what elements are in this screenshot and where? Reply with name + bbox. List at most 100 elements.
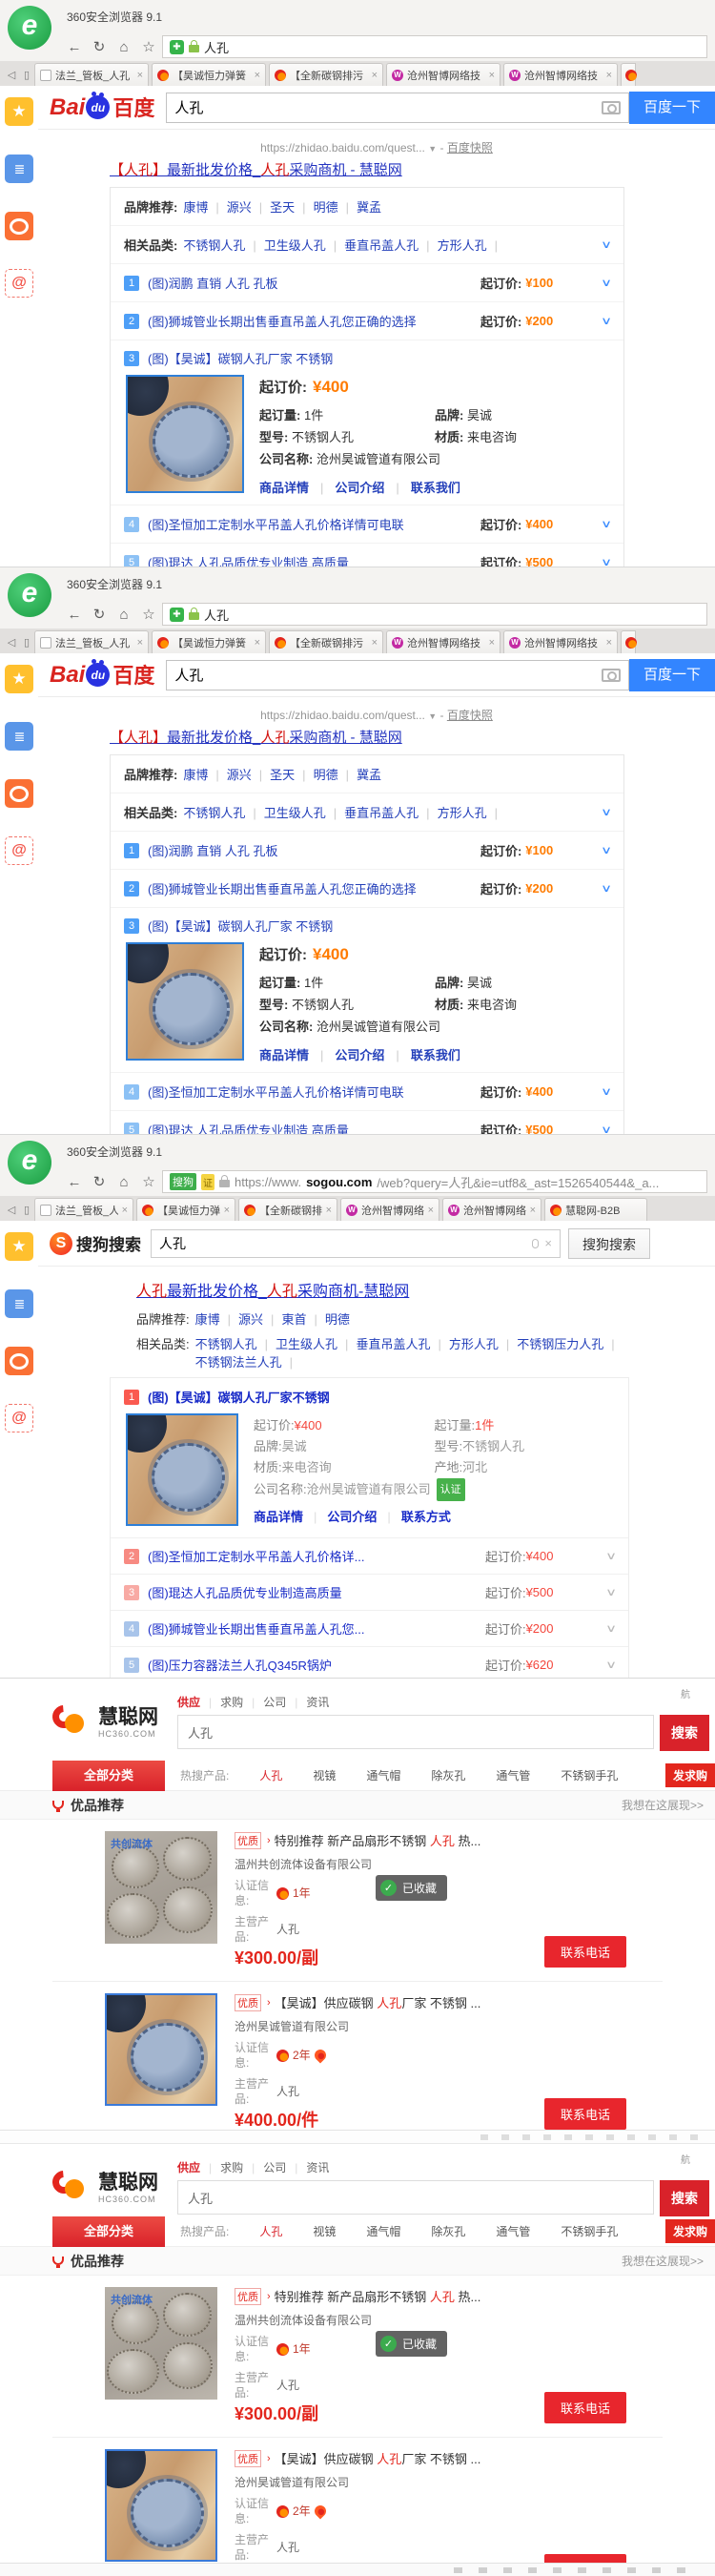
brand-link[interactable]: 明德	[314, 765, 357, 783]
category-link[interactable]: 不锈钢人孔	[195, 1334, 276, 1352]
brand-link[interactable]: 康博	[195, 1309, 238, 1328]
expand-chevron-icon[interactable]: ∨	[605, 1586, 617, 1598]
expand-chevron-icon[interactable]: ∨	[605, 1550, 617, 1562]
product-title-link[interactable]: (图)狮城管业长期出售垂直吊盖人孔您正确的选择	[148, 312, 480, 330]
search-box[interactable]: ×	[151, 1229, 561, 1258]
feeds-panel-icon[interactable]: ≣	[5, 155, 33, 183]
product-detail-link[interactable]: 商品详情	[259, 478, 335, 496]
close-tab-icon[interactable]: ×	[122, 1205, 128, 1216]
browser-tab[interactable]: W 沧州智博网络 ×	[340, 1198, 439, 1221]
all-categories-button[interactable]: 全部分类	[52, 1761, 165, 1791]
hot-product-link[interactable]: 通气管	[496, 1767, 530, 1783]
home-icon[interactable]: ⌂	[112, 607, 135, 623]
weibo-icon[interactable]	[5, 779, 33, 808]
browser-tab[interactable]: 【全新碳钢排污 ×	[269, 630, 383, 653]
category-link[interactable]: 卫生级人孔	[264, 236, 344, 254]
browser-tab-partial[interactable]	[621, 63, 636, 86]
product-image-manhole[interactable]	[105, 2449, 217, 2562]
close-tab-icon[interactable]: ×	[606, 70, 612, 81]
brand-link[interactable]: 圣天	[270, 765, 313, 783]
category-link[interactable]: 卫生级人孔	[276, 1334, 356, 1352]
category-link[interactable]: 不锈钢压力人孔	[517, 1334, 622, 1352]
hot-product-link[interactable]: 不锈钢手孔	[561, 2223, 618, 2239]
listing-title-link[interactable]: 【昊诚】供应碳钢 人孔厂家 不锈钢 ...	[275, 1993, 481, 2011]
product-title-link[interactable]: (图)狮城管业长期出售垂直吊盖人孔您正确的选择	[148, 879, 480, 897]
tab-scroll-left-icon[interactable]: ◁	[4, 69, 19, 86]
expand-chevron-icon[interactable]: ∨	[601, 1123, 612, 1135]
browser-tab-partial[interactable]	[621, 630, 636, 653]
product-title-link[interactable]: (图)【昊诚】碳钢人孔厂家 不锈钢	[148, 349, 610, 367]
brand-link[interactable]: 冀孟	[357, 765, 381, 783]
close-tab-icon[interactable]: ×	[372, 637, 378, 649]
promote-here-link[interactable]: 我想在这展现>>	[622, 1797, 704, 1813]
browser-tab[interactable]: 【昊诚恒力弹簧 ×	[152, 63, 266, 86]
category-link[interactable]: 方形人孔	[438, 236, 505, 254]
browser-tab[interactable]: W 沧州智博网络 ×	[442, 1198, 541, 1221]
back-icon[interactable]: ←	[63, 1174, 86, 1190]
address-bar[interactable]: 搜狗 证 https://www.sogou.com/web?query=人孔&…	[162, 1170, 707, 1193]
product-detail-link[interactable]: 商品详情	[254, 1507, 327, 1528]
hot-product-link[interactable]: 人孔	[259, 1767, 282, 1783]
company-name-link[interactable]: 温州共创流体设备有限公司	[235, 1856, 663, 1872]
category-link[interactable]: 卫生级人孔	[264, 803, 344, 821]
refresh-icon[interactable]: ↻	[88, 38, 111, 55]
result-url[interactable]: https://zhidao.baidu.com/quest...	[260, 709, 425, 722]
brand-link[interactable]: 源兴	[238, 1309, 281, 1328]
listing-title-link[interactable]: 特别推荐 新产品扇形不锈钢 人孔 热...	[275, 2287, 481, 2305]
brand-link[interactable]: 源兴	[227, 197, 270, 216]
address-bar[interactable]: ✚ 人孔	[162, 603, 707, 626]
product-title-link[interactable]: (图)狮城管业长期出售垂直吊盖人孔您...	[148, 1619, 485, 1638]
result-url[interactable]: https://zhidao.baidu.com/quest...	[260, 141, 425, 155]
url-dropdown-icon[interactable]: ▼	[428, 711, 437, 721]
brand-link[interactable]: 明德	[314, 197, 357, 216]
home-icon[interactable]: ⌂	[112, 39, 135, 55]
contact-us-link[interactable]: 联系我们	[411, 1045, 460, 1063]
product-title-link[interactable]: (图)圣恒加工定制水平吊盖人孔价格详情可电联	[148, 1082, 480, 1101]
tab-scroll-left-icon[interactable]: ◁	[4, 636, 19, 653]
listing-title-link[interactable]: 特别推荐 新产品扇形不锈钢 人孔 热...	[275, 1831, 481, 1849]
close-tab-icon[interactable]: ×	[255, 70, 260, 81]
expand-chevron-icon[interactable]: ∨	[601, 844, 612, 856]
browser-tab[interactable]: W 沧州智博网络技 ×	[386, 63, 500, 86]
tab-scroll-left-icon[interactable]: ◁	[4, 1204, 19, 1221]
post-buying-request-button[interactable]: 发求购	[665, 2219, 715, 2243]
brand-link[interactable]: 明德	[325, 1309, 350, 1328]
tab-buy[interactable]: 求购	[220, 2159, 263, 2175]
hot-product-link[interactable]: 通气帽	[366, 2223, 400, 2239]
back-icon[interactable]: ←	[63, 39, 86, 55]
brand-link[interactable]: 圣天	[270, 197, 313, 216]
tab-company[interactable]: 公司	[263, 2159, 306, 2175]
hot-product-link[interactable]: 通气帽	[366, 1767, 400, 1783]
category-link[interactable]: 不锈钢人孔	[183, 803, 263, 821]
close-tab-icon[interactable]: ×	[137, 637, 143, 649]
refresh-icon[interactable]: ↻	[88, 1173, 111, 1190]
expand-chevron-icon[interactable]: ∨	[601, 556, 612, 567]
product-title-link[interactable]: (图)【昊诚】碳钢人孔厂家 不锈钢	[148, 917, 610, 935]
product-title-link[interactable]: (图)压力容器法兰人孔Q345R锅炉	[148, 1656, 485, 1674]
browser-tab[interactable]: 法兰_管板_人孔 ×	[34, 63, 149, 86]
hot-product-link[interactable]: 人孔	[259, 2223, 282, 2239]
browser-tab[interactable]: 法兰_管板_人孔 ×	[34, 630, 149, 653]
close-tab-icon[interactable]: ×	[137, 70, 143, 81]
tab-supply[interactable]: 供应	[177, 1694, 220, 1710]
favorite-star-icon[interactable]: ☆	[137, 38, 160, 55]
product-title-link[interactable]: (图)琨达人孔品质优专业制造高质量	[148, 1583, 485, 1601]
tab-list-icon[interactable]: ▯	[19, 1204, 34, 1221]
weibo-icon[interactable]	[5, 212, 33, 240]
hc360-logo[interactable]: 慧聪网 HC360.COM	[52, 2169, 158, 2207]
baidu-logo[interactable]: Bai du 百度	[50, 95, 154, 119]
cached-snapshot-link[interactable]: 百度快照	[447, 141, 493, 155]
close-tab-icon[interactable]: ×	[372, 70, 378, 81]
search-input[interactable]	[188, 2191, 644, 2205]
product-image-manhole[interactable]	[126, 1413, 238, 1526]
cached-snapshot-link[interactable]: 百度快照	[447, 709, 493, 722]
contact-link[interactable]: 联系方式	[401, 1507, 451, 1528]
browser-tab[interactable]: 【昊诚恒力弹 ×	[136, 1198, 235, 1221]
product-title-link[interactable]: (图)润鹏 直销 人孔 孔板	[148, 274, 480, 292]
browser-tab[interactable]: 慧聪网-B2B	[544, 1198, 647, 1221]
search-box[interactable]	[177, 1715, 654, 1749]
company-name-link[interactable]: 沧州昊诚管道有限公司	[235, 2018, 663, 2034]
category-link[interactable]: 不锈钢法兰人孔	[195, 1352, 300, 1370]
product-image-covers[interactable]: 共创流体	[105, 1831, 217, 1944]
favorite-star-icon[interactable]: ☆	[137, 606, 160, 623]
